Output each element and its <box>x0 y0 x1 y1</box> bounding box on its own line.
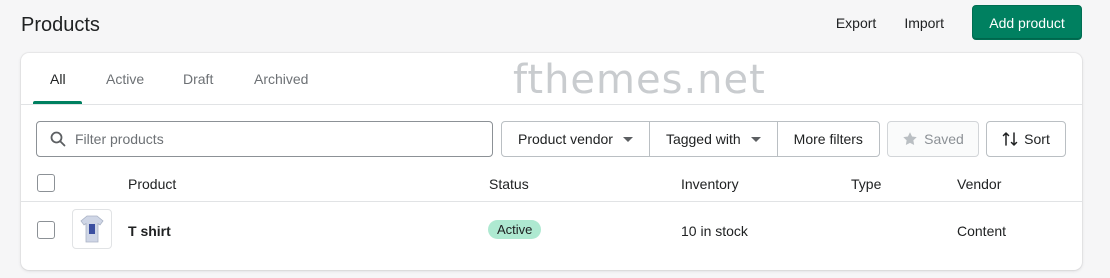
add-product-button[interactable]: Add product <box>972 5 1082 40</box>
tagged-with-label: Tagged with <box>665 131 741 147</box>
product-vendor-filter[interactable]: Product vendor <box>502 122 650 156</box>
table-divider <box>21 201 1082 202</box>
sort-icon <box>1002 131 1018 147</box>
filter-group: Product vendor Tagged with More filters <box>501 121 880 157</box>
star-icon <box>902 131 918 147</box>
search-icon <box>41 131 75 147</box>
export-button[interactable]: Export <box>822 15 890 31</box>
saved-button[interactable]: Saved <box>887 121 979 157</box>
tab-active[interactable]: Active <box>106 71 144 87</box>
column-header-vendor[interactable]: Vendor <box>957 176 1001 192</box>
watermark: fthemes.net <box>513 57 766 103</box>
tab-archived[interactable]: Archived <box>254 71 308 87</box>
page-title: Products <box>21 14 100 36</box>
tagged-with-filter[interactable]: Tagged with <box>650 122 778 156</box>
sort-button[interactable]: Sort <box>986 121 1066 157</box>
header-actions: Export Import Add product <box>822 5 1082 40</box>
column-header-status[interactable]: Status <box>489 176 529 192</box>
caret-down-icon <box>750 136 761 142</box>
tab-draft[interactable]: Draft <box>183 71 213 87</box>
inventory-cell: 10 in stock <box>681 223 748 239</box>
tab-all[interactable]: All <box>50 71 66 87</box>
products-card: All Active Draft Archived fthemes.net Pr… <box>21 53 1082 270</box>
select-all-checkbox[interactable] <box>37 174 55 192</box>
tab-bar: All Active Draft Archived fthemes.net <box>21 53 1082 105</box>
column-header-type[interactable]: Type <box>851 176 881 192</box>
product-name-link[interactable]: T shirt <box>128 223 171 239</box>
product-vendor-label: Product vendor <box>518 131 613 147</box>
row-checkbox[interactable] <box>37 221 55 239</box>
saved-label: Saved <box>924 131 964 147</box>
column-header-inventory[interactable]: Inventory <box>681 176 739 192</box>
caret-down-icon <box>622 136 633 142</box>
more-filters-label: More filters <box>793 131 863 147</box>
product-thumbnail[interactable] <box>72 209 112 249</box>
import-button[interactable]: Import <box>890 15 958 31</box>
active-tab-indicator <box>33 101 82 104</box>
vendor-cell: Content <box>957 223 1007 239</box>
column-header-product[interactable]: Product <box>128 176 176 192</box>
search-input[interactable] <box>75 131 475 147</box>
status-badge: Active <box>488 220 542 239</box>
search-field[interactable] <box>36 121 493 157</box>
tshirt-icon <box>80 215 104 243</box>
more-filters-button[interactable]: More filters <box>778 122 879 156</box>
sort-label: Sort <box>1024 131 1050 147</box>
